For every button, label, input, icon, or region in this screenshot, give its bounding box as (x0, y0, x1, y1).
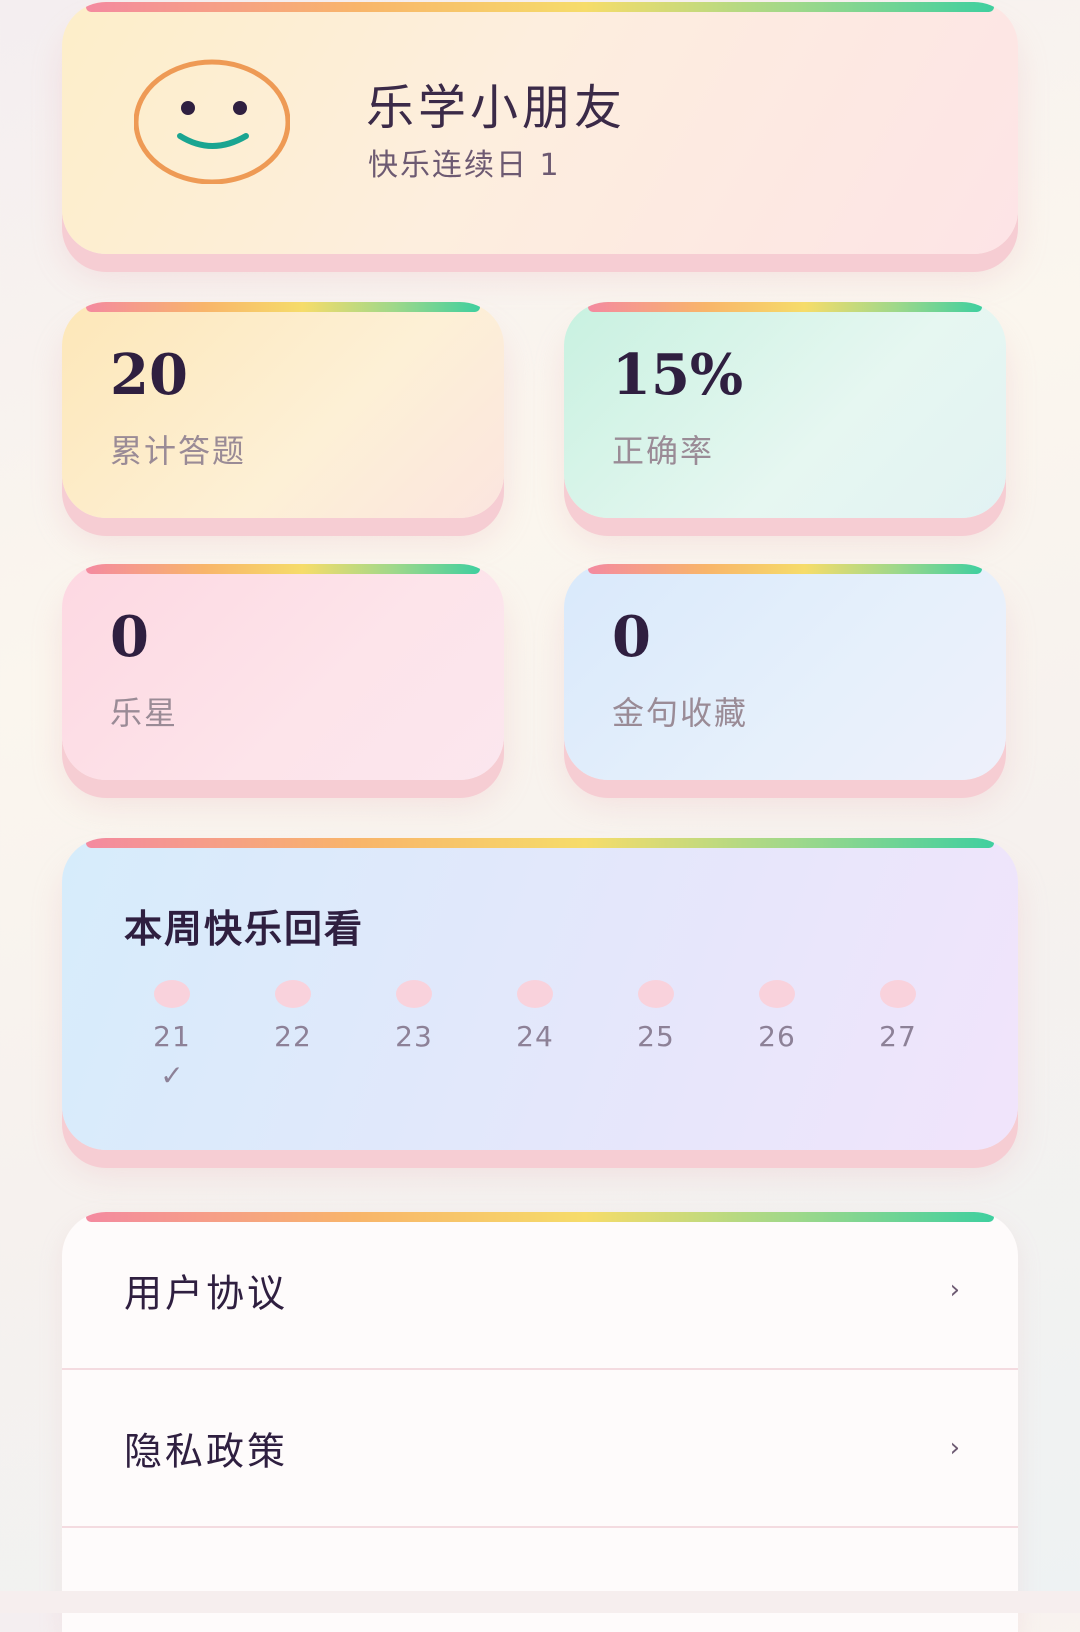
day-item[interactable]: 24 (475, 980, 595, 1120)
stat-value: 0 (612, 604, 651, 670)
check-icon: ✓ (160, 1059, 184, 1092)
stat-label: 金句收藏 (612, 694, 749, 732)
stat-label: 正确率 (612, 432, 715, 470)
settings-menu: 用户协议 › 隐私政策 › (62, 1212, 1018, 1632)
menu-item-label: 用户协议 (124, 1271, 289, 1316)
day-dot (396, 980, 432, 1008)
rainbow-bar (86, 838, 994, 848)
day-item[interactable]: 27 (838, 980, 958, 1120)
menu-item-privacy-policy[interactable]: 隐私政策 › (62, 1370, 1018, 1528)
stat-card-accuracy[interactable]: 15% 正确率 (564, 302, 1006, 518)
rainbow-bar (86, 302, 480, 312)
username: 乐学小朋友 (366, 80, 627, 136)
menu-item-user-agreement[interactable]: 用户协议 › (62, 1212, 1018, 1370)
profile-card[interactable]: 乐学小朋友 快乐连续日 1 (62, 2, 1018, 254)
stat-label: 乐星 (110, 694, 179, 732)
day-dot (517, 980, 553, 1008)
day-item[interactable]: 25 (596, 980, 716, 1120)
menu-item-label: 隐私政策 (124, 1429, 289, 1474)
stat-card-stars[interactable]: 0 乐星 (62, 564, 504, 780)
rainbow-bar (86, 564, 480, 574)
day-item[interactable]: 26 (717, 980, 837, 1120)
stat-card-quotes[interactable]: 0 金句收藏 (564, 564, 1006, 780)
stat-value: 0 (110, 604, 149, 670)
rainbow-bar (588, 564, 982, 574)
smiley-face-icon (134, 59, 290, 184)
day-number: 23 (395, 1020, 433, 1053)
day-dot (275, 980, 311, 1008)
day-dot (154, 980, 190, 1008)
week-days-row: 21 ✓ 22 23 24 25 26 27 (118, 980, 964, 1120)
day-dot (638, 980, 674, 1008)
weekly-review-card: 本周快乐回看 21 ✓ 22 23 24 25 26 27 (62, 838, 1018, 1150)
rainbow-bar (86, 2, 994, 12)
day-item[interactable]: 21 ✓ (112, 980, 232, 1120)
day-dot (880, 980, 916, 1008)
day-dot (759, 980, 795, 1008)
chevron-right-icon: › (949, 1433, 960, 1463)
day-item[interactable]: 23 (354, 980, 474, 1120)
streak-label: 快乐连续日 1 (368, 148, 561, 183)
weekly-review-title: 本周快乐回看 (124, 907, 365, 951)
bottom-bar-edge (0, 1591, 1080, 1613)
day-number: 27 (879, 1020, 917, 1053)
day-item[interactable]: 22 (233, 980, 353, 1120)
stat-value: 20 (110, 342, 188, 408)
day-number: 21 (153, 1020, 191, 1053)
day-number: 26 (758, 1020, 796, 1053)
stat-label: 累计答题 (110, 432, 247, 470)
stat-value: 15% (612, 342, 744, 408)
chevron-right-icon: › (949, 1275, 960, 1305)
stat-card-total-answers[interactable]: 20 累计答题 (62, 302, 504, 518)
day-number: 24 (516, 1020, 554, 1053)
day-number: 22 (274, 1020, 312, 1053)
day-number: 25 (637, 1020, 675, 1053)
rainbow-bar (588, 302, 982, 312)
